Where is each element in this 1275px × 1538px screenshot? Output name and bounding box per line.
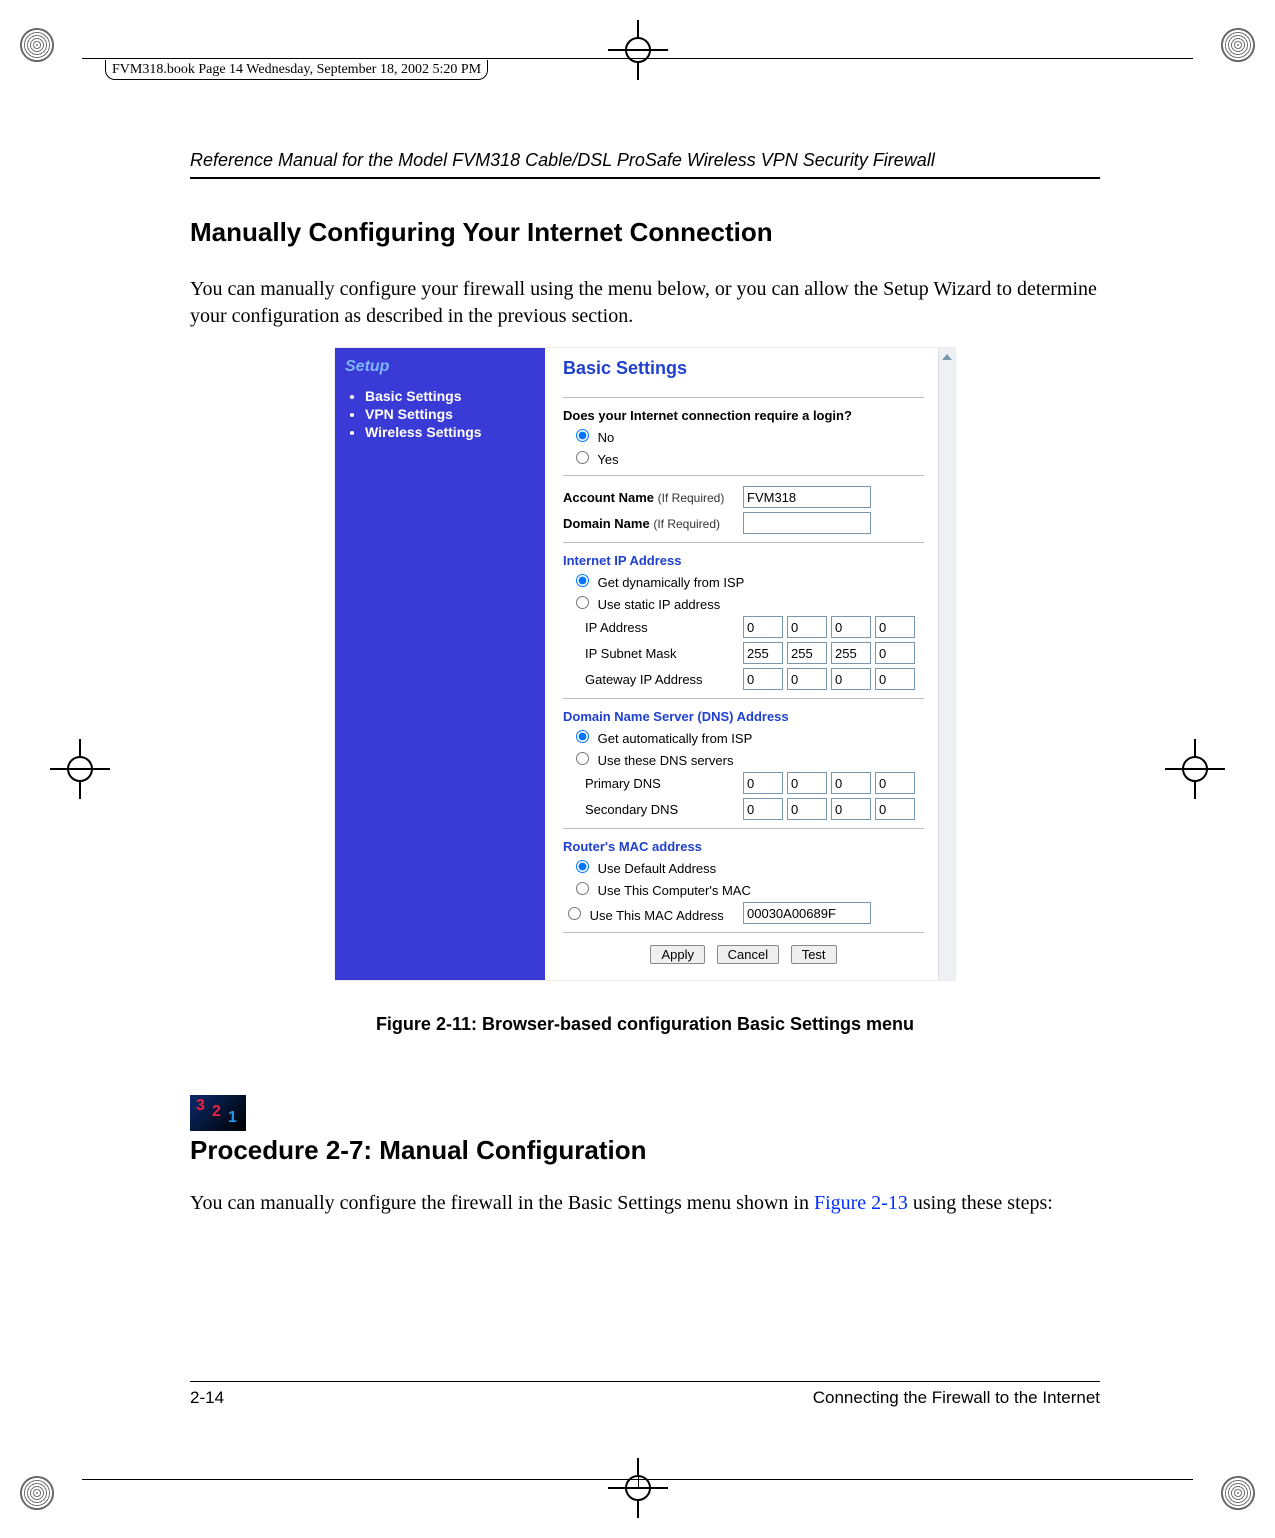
- section-title: Manually Configuring Your Internet Conne…: [190, 217, 1100, 248]
- ip-dynamic-option[interactable]: Get dynamically from ISP: [571, 571, 924, 590]
- ip-static-option[interactable]: Use static IP address: [571, 593, 924, 612]
- domain-name-label: Domain Name: [563, 516, 650, 531]
- login-question: Does your Internet connection require a …: [563, 408, 924, 423]
- basic-settings-screenshot: Setup Basic Settings VPN Settings Wirele…: [335, 348, 955, 980]
- login-no-option[interactable]: No: [571, 426, 924, 445]
- primary-dns-octet-3[interactable]: [831, 772, 871, 794]
- domain-name-input[interactable]: [743, 512, 871, 534]
- mac-default-label: Use Default Address: [598, 861, 717, 876]
- ip-section-title: Internet IP Address: [563, 553, 924, 568]
- registration-mark: [1221, 1476, 1255, 1510]
- crop-mark: [1165, 739, 1225, 799]
- mac-this-pc-label: Use This Computer's MAC: [598, 883, 751, 898]
- procedure-intro: You can manually configure the firewall …: [190, 1190, 1100, 1217]
- gateway-ip-octet-1[interactable]: [743, 668, 783, 690]
- registration-mark: [20, 1476, 54, 1510]
- login-no-label: No: [598, 430, 615, 445]
- crop-mark: [608, 20, 668, 80]
- secondary-dns-octet-4[interactable]: [875, 798, 915, 820]
- figure-xref-link[interactable]: Figure 2-13: [814, 1192, 908, 1214]
- ip-static-radio[interactable]: [576, 596, 589, 609]
- crop-mark: [50, 739, 110, 799]
- procedure-title: Procedure 2-7: Manual Configuration: [190, 1135, 1100, 1166]
- ip-address-label: IP Address: [563, 620, 743, 635]
- ip-static-label: Use static IP address: [598, 597, 721, 612]
- ip-subnet-octet-3[interactable]: [831, 642, 871, 664]
- dns-manual-radio[interactable]: [576, 752, 589, 765]
- primary-dns-octet-4[interactable]: [875, 772, 915, 794]
- procedure-intro-a: You can manually configure the firewall …: [190, 1192, 814, 1214]
- registration-mark: [1221, 28, 1255, 62]
- dns-auto-label: Get automatically from ISP: [598, 731, 753, 746]
- gateway-ip-label: Gateway IP Address: [563, 672, 743, 687]
- registration-mark: [20, 28, 54, 62]
- login-yes-radio[interactable]: [576, 451, 589, 464]
- print-meta: FVM318.book Page 14 Wednesday, September…: [105, 60, 488, 80]
- mac-default-option[interactable]: Use Default Address: [571, 857, 924, 876]
- settings-main: Basic Settings Does your Internet connec…: [545, 348, 938, 980]
- primary-dns-octet-1[interactable]: [743, 772, 783, 794]
- dns-section-title: Domain Name Server (DNS) Address: [563, 709, 924, 724]
- figure-caption: Figure 2-11: Browser-based configuration…: [190, 1014, 1100, 1035]
- ip-subnet-octet-2[interactable]: [787, 642, 827, 664]
- mac-custom-label: Use This MAC Address: [590, 908, 724, 923]
- procedure-icon: 321: [190, 1095, 246, 1131]
- secondary-dns-label: Secondary DNS: [563, 802, 743, 817]
- ip-address-octet-3[interactable]: [831, 616, 871, 638]
- page-footer: 2-14 Connecting the Firewall to the Inte…: [190, 1381, 1100, 1408]
- mac-custom-radio[interactable]: [568, 907, 581, 920]
- intro-paragraph: You can manually configure your firewall…: [190, 276, 1100, 330]
- scroll-up-icon: [942, 354, 952, 360]
- sidebar-item-wireless-settings[interactable]: Wireless Settings: [365, 424, 537, 440]
- gateway-ip-octet-3[interactable]: [831, 668, 871, 690]
- login-no-radio[interactable]: [576, 429, 589, 442]
- account-name-note: (If Required): [658, 491, 725, 505]
- sidebar-heading: Setup: [345, 358, 537, 376]
- setup-sidebar: Setup Basic Settings VPN Settings Wirele…: [335, 348, 545, 980]
- primary-dns-octet-2[interactable]: [787, 772, 827, 794]
- gateway-ip-octet-4[interactable]: [875, 668, 915, 690]
- secondary-dns-octet-1[interactable]: [743, 798, 783, 820]
- page-title: Basic Settings: [563, 358, 924, 379]
- secondary-dns-octet-3[interactable]: [831, 798, 871, 820]
- procedure-intro-b: using these steps:: [913, 1192, 1053, 1214]
- ip-subnet-octet-4[interactable]: [875, 642, 915, 664]
- mac-section-title: Router's MAC address: [563, 839, 924, 854]
- login-yes-option[interactable]: Yes: [571, 448, 924, 467]
- running-head: Reference Manual for the Model FVM318 Ca…: [190, 150, 1100, 179]
- sidebar-item-basic-settings[interactable]: Basic Settings: [365, 388, 537, 404]
- mac-this-pc-option[interactable]: Use This Computer's MAC: [571, 879, 924, 898]
- account-name-label: Account Name: [563, 490, 654, 505]
- mac-custom-input[interactable]: [743, 902, 871, 924]
- secondary-dns-octet-2[interactable]: [787, 798, 827, 820]
- ip-address-octet-1[interactable]: [743, 616, 783, 638]
- domain-name-note: (If Required): [653, 517, 720, 531]
- ip-address-octet-4[interactable]: [875, 616, 915, 638]
- account-name-input[interactable]: [743, 486, 871, 508]
- gateway-ip-octet-2[interactable]: [787, 668, 827, 690]
- footer-chapter-title: Connecting the Firewall to the Internet: [813, 1388, 1100, 1408]
- scrollbar-stub: [938, 348, 955, 980]
- ip-subnet-octet-1[interactable]: [743, 642, 783, 664]
- dns-manual-label: Use these DNS servers: [598, 753, 734, 768]
- mac-custom-option[interactable]: Use This MAC Address: [563, 904, 743, 923]
- primary-dns-label: Primary DNS: [563, 776, 743, 791]
- sidebar-item-vpn-settings[interactable]: VPN Settings: [365, 406, 537, 422]
- ip-subnet-label: IP Subnet Mask: [563, 646, 743, 661]
- dns-manual-option[interactable]: Use these DNS servers: [571, 749, 924, 768]
- crop-mark: [608, 1458, 668, 1518]
- test-button[interactable]: Test: [791, 945, 837, 964]
- ip-address-octet-2[interactable]: [787, 616, 827, 638]
- dns-auto-radio[interactable]: [576, 730, 589, 743]
- dns-auto-option[interactable]: Get automatically from ISP: [571, 727, 924, 746]
- ip-dynamic-label: Get dynamically from ISP: [598, 575, 745, 590]
- mac-default-radio[interactable]: [576, 860, 589, 873]
- apply-button[interactable]: Apply: [650, 945, 705, 964]
- mac-this-pc-radio[interactable]: [576, 882, 589, 895]
- footer-page-number: 2-14: [190, 1388, 224, 1408]
- login-yes-label: Yes: [597, 452, 618, 467]
- cancel-button[interactable]: Cancel: [717, 945, 779, 964]
- ip-dynamic-radio[interactable]: [576, 574, 589, 587]
